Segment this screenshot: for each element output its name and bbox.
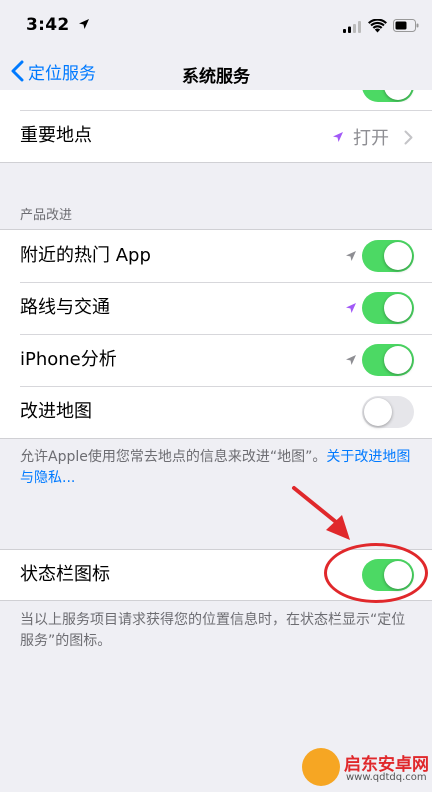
battery-icon	[393, 19, 419, 32]
row-improve-maps: 改进地图	[0, 387, 432, 438]
watermark: 启东安卓网 www.qdtdq.com	[300, 746, 430, 790]
top-group: 重要地点 打开	[0, 90, 432, 162]
location-arrow-icon	[346, 251, 356, 261]
routing-traffic-toggle[interactable]	[362, 292, 414, 324]
status-bar: 3:42	[0, 0, 432, 52]
location-arrow-icon	[346, 303, 356, 313]
location-arrow-icon	[333, 132, 343, 142]
section-footer: 允许Apple使用您常去地点的信息来改进“地图”。关于改进地图与隐私...	[20, 447, 412, 489]
footer-text: 允许Apple使用您常去地点的信息来改进“地图”。	[20, 449, 327, 465]
divider	[0, 162, 432, 163]
row-label: 附近的热门 App	[20, 245, 151, 266]
row-routing-traffic: 路线与交通	[0, 283, 432, 334]
location-arrow-icon	[79, 19, 89, 29]
navigation-bar: 定位服务 系统服务	[0, 52, 432, 90]
row-iphone-analytics: iPhone分析	[0, 335, 432, 386]
divider	[0, 438, 432, 439]
watermark-logo-icon	[302, 748, 340, 786]
wifi-icon	[368, 19, 387, 33]
row-popular-near-me: 附近的热门 App	[0, 230, 432, 282]
row-label: 状态栏图标	[20, 564, 110, 585]
cellular-signal-icon	[343, 21, 361, 33]
location-arrow-icon	[346, 355, 356, 365]
product-improvement-group: 附近的热门 App 路线与交通 iPhone分析 改进地图	[0, 230, 432, 438]
improve-maps-toggle[interactable]	[362, 396, 414, 428]
section-header: 产品改进	[20, 208, 73, 223]
row-label: 改进地图	[20, 401, 92, 422]
row-label: 路线与交通	[20, 297, 110, 318]
popular-near-me-toggle[interactable]	[362, 240, 414, 272]
watermark-url: www.qdtdq.com	[346, 772, 427, 783]
row-label: iPhone分析	[20, 349, 117, 370]
status-time: 3:42	[26, 15, 70, 35]
row-label: 重要地点	[20, 125, 92, 146]
clipped-toggle[interactable]	[360, 90, 416, 102]
iphone-analytics-toggle[interactable]	[362, 344, 414, 376]
row-value: 打开	[353, 128, 389, 149]
annotation-arrow	[292, 486, 350, 540]
page-title: 系统服务	[182, 67, 250, 87]
annotation-ellipse	[324, 543, 428, 603]
chevron-right-icon	[404, 130, 413, 145]
status-bar-icon-footer: 当以上服务项目请求获得您的位置信息时，在状态栏显示“定位服务”的图标。	[20, 612, 406, 649]
row-significant-locations[interactable]: 重要地点 打开	[0, 111, 432, 162]
